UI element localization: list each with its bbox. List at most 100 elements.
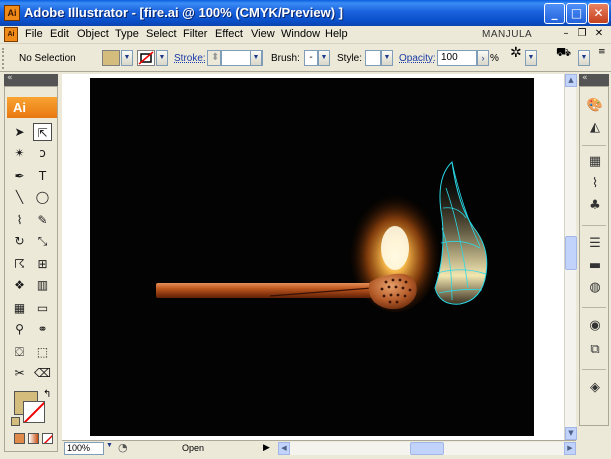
direct-selection-tool-icon[interactable]: ⇱	[33, 123, 52, 141]
close-button[interactable]: ✕	[588, 3, 609, 24]
vertical-scroll-thumb[interactable]	[565, 236, 577, 270]
ellipse-tool-icon[interactable]: ◯	[33, 188, 52, 206]
scroll-down-arrow[interactable]: ▼	[565, 427, 577, 440]
menu-file[interactable]: File	[25, 28, 43, 40]
lasso-tool-icon[interactable]: ↄ	[33, 144, 52, 162]
type-tool-icon[interactable]: T	[33, 167, 52, 185]
gradient-tool-icon[interactable]: ▭	[33, 299, 52, 317]
zoom-dropdown-arrow[interactable]: ▼	[106, 442, 113, 449]
transparency-panel-icon[interactable]: ▬	[585, 257, 605, 275]
document-restore-button[interactable]: ❐	[575, 28, 589, 41]
isolate-group-icon[interactable]: ✲	[510, 45, 522, 72]
brushes-panel-icon[interactable]: ⌇	[585, 175, 605, 193]
mesh-tool-icon[interactable]: ▦	[10, 299, 29, 317]
horizontal-scrollbar[interactable]: ◀ ▶	[278, 442, 576, 455]
scale-tool-icon[interactable]: ⤡	[33, 232, 52, 250]
gradient-panel-icon[interactable]: ◭	[585, 119, 605, 137]
user-name: MANJULA	[482, 29, 533, 40]
toolbox-header[interactable]: «	[4, 73, 58, 86]
column-graph-tool-icon[interactable]: ▥	[33, 276, 52, 294]
isolate-dropdown-arrow[interactable]: ▼	[525, 50, 537, 66]
brush-value[interactable]: -	[304, 50, 318, 66]
fill-dropdown-arrow[interactable]: ▼	[121, 50, 133, 66]
menu-filter[interactable]: Filter	[183, 28, 207, 40]
opacity-label[interactable]: Opacity:	[399, 45, 436, 72]
default-colors-icon[interactable]	[11, 417, 20, 426]
symbol-sprayer-tool-icon[interactable]: ❖	[10, 276, 29, 294]
zoom-level-field[interactable]: 100%	[64, 442, 104, 455]
flame-mesh-object[interactable]	[434, 160, 488, 305]
menu-select[interactable]: Select	[146, 28, 177, 40]
layers-panel-icon[interactable]: ◈	[585, 379, 605, 397]
document-icon[interactable]: Ai	[4, 27, 18, 42]
toolbox-ai-tab[interactable]: Ai	[7, 97, 57, 118]
none-mode-icon[interactable]	[42, 433, 53, 444]
opacity-arrow[interactable]: ›	[477, 50, 489, 66]
magic-wand-tool-icon[interactable]: ✴	[10, 144, 29, 162]
stroke-label[interactable]: Stroke:	[174, 45, 206, 72]
selection-tool-icon[interactable]: ➤	[10, 123, 29, 141]
slice-tool-icon[interactable]: ✂	[10, 364, 29, 382]
version-cue-icon[interactable]: ◔	[118, 441, 128, 454]
menu-edit[interactable]: Edit	[50, 28, 69, 40]
maximize-button[interactable]: □	[566, 3, 587, 24]
control-bar-grip[interactable]	[2, 48, 6, 69]
rotate-tool-icon[interactable]: ↻	[10, 232, 29, 250]
stroke-swatch[interactable]	[23, 401, 45, 423]
gradient-mode-icon[interactable]	[28, 433, 39, 444]
line-tool-icon[interactable]: ╲	[10, 188, 29, 206]
dock-header[interactable]: «	[579, 73, 609, 86]
color-mode-icon[interactable]	[14, 433, 25, 444]
artboard[interactable]	[90, 78, 534, 436]
symbols-panel-icon[interactable]: ♣	[585, 197, 605, 215]
live-paint-selection-tool-icon[interactable]: ⬚	[33, 343, 52, 361]
stroke-panel-icon[interactable]: ☰	[585, 235, 605, 253]
align-panel-icon[interactable]: ⧉	[585, 341, 605, 359]
bridge-dropdown-arrow[interactable]: ▼	[578, 50, 590, 66]
illustrator-app-icon[interactable]: Ai	[4, 5, 20, 21]
menu-effect[interactable]: Effect	[215, 28, 243, 40]
swap-fill-stroke-icon[interactable]: ↰	[43, 389, 51, 400]
pencil-tool-icon[interactable]: ✎	[33, 211, 52, 229]
document-minimize-button[interactable]: –	[559, 28, 573, 41]
graphic-styles-panel-icon[interactable]: ◉	[585, 317, 605, 335]
style-swatch[interactable]	[365, 50, 381, 66]
paintbrush-tool-icon[interactable]: ⌇	[10, 211, 29, 229]
control-bar-menu-icon[interactable]: ≡	[598, 45, 606, 72]
fill-color-swatch[interactable]	[102, 50, 120, 66]
free-transform-tool-icon[interactable]: ⊞	[33, 255, 52, 273]
stroke-color-swatch[interactable]	[137, 50, 155, 66]
menu-window[interactable]: Window	[281, 28, 320, 40]
status-menu-arrow[interactable]: ▶	[263, 442, 270, 453]
minimize-button[interactable]: _	[544, 3, 565, 24]
opacity-field[interactable]: 100	[437, 50, 477, 66]
menu-object[interactable]: Object	[77, 28, 109, 40]
eraser-tool-icon[interactable]: ⌫	[33, 364, 52, 382]
menu-view[interactable]: View	[251, 28, 275, 40]
blend-tool-icon[interactable]: ⚭	[33, 320, 52, 338]
stroke-weight-spinner[interactable]: ⬍	[207, 50, 221, 66]
stroke-weight-dropdown-arrow[interactable]: ▼	[250, 50, 262, 66]
scroll-up-arrow[interactable]: ▲	[565, 74, 577, 87]
style-dropdown-arrow[interactable]: ▼	[381, 50, 393, 66]
scroll-left-arrow[interactable]: ◀	[278, 442, 290, 455]
scroll-right-arrow[interactable]: ▶	[564, 442, 576, 455]
menu-type[interactable]: Type	[115, 28, 139, 40]
collapse-arrows-icon[interactable]: «	[7, 73, 13, 83]
appearance-panel-icon[interactable]: ◍	[585, 279, 605, 297]
pen-tool-icon[interactable]: ✒	[10, 167, 29, 185]
color-panel-icon[interactable]: 🎨	[585, 97, 605, 115]
warp-tool-icon[interactable]: ☈	[10, 255, 29, 273]
document-close-button[interactable]: ✕	[592, 28, 606, 41]
swatches-panel-icon[interactable]: ▦	[585, 153, 605, 171]
expand-arrows-icon[interactable]: «	[582, 73, 588, 83]
brush-dropdown-arrow[interactable]: ▼	[318, 50, 330, 66]
live-paint-bucket-tool-icon[interactable]: ⛋	[10, 343, 29, 361]
stroke-dropdown-arrow[interactable]: ▼	[156, 50, 168, 66]
bridge-icon[interactable]: ⛟	[556, 45, 571, 72]
menu-help[interactable]: Help	[325, 28, 348, 40]
vertical-scrollbar[interactable]: ▲ ▼	[564, 74, 577, 440]
horizontal-scroll-thumb[interactable]	[410, 442, 444, 455]
document-canvas[interactable]	[62, 74, 564, 440]
eyedropper-tool-icon[interactable]: ⚲	[10, 320, 29, 338]
